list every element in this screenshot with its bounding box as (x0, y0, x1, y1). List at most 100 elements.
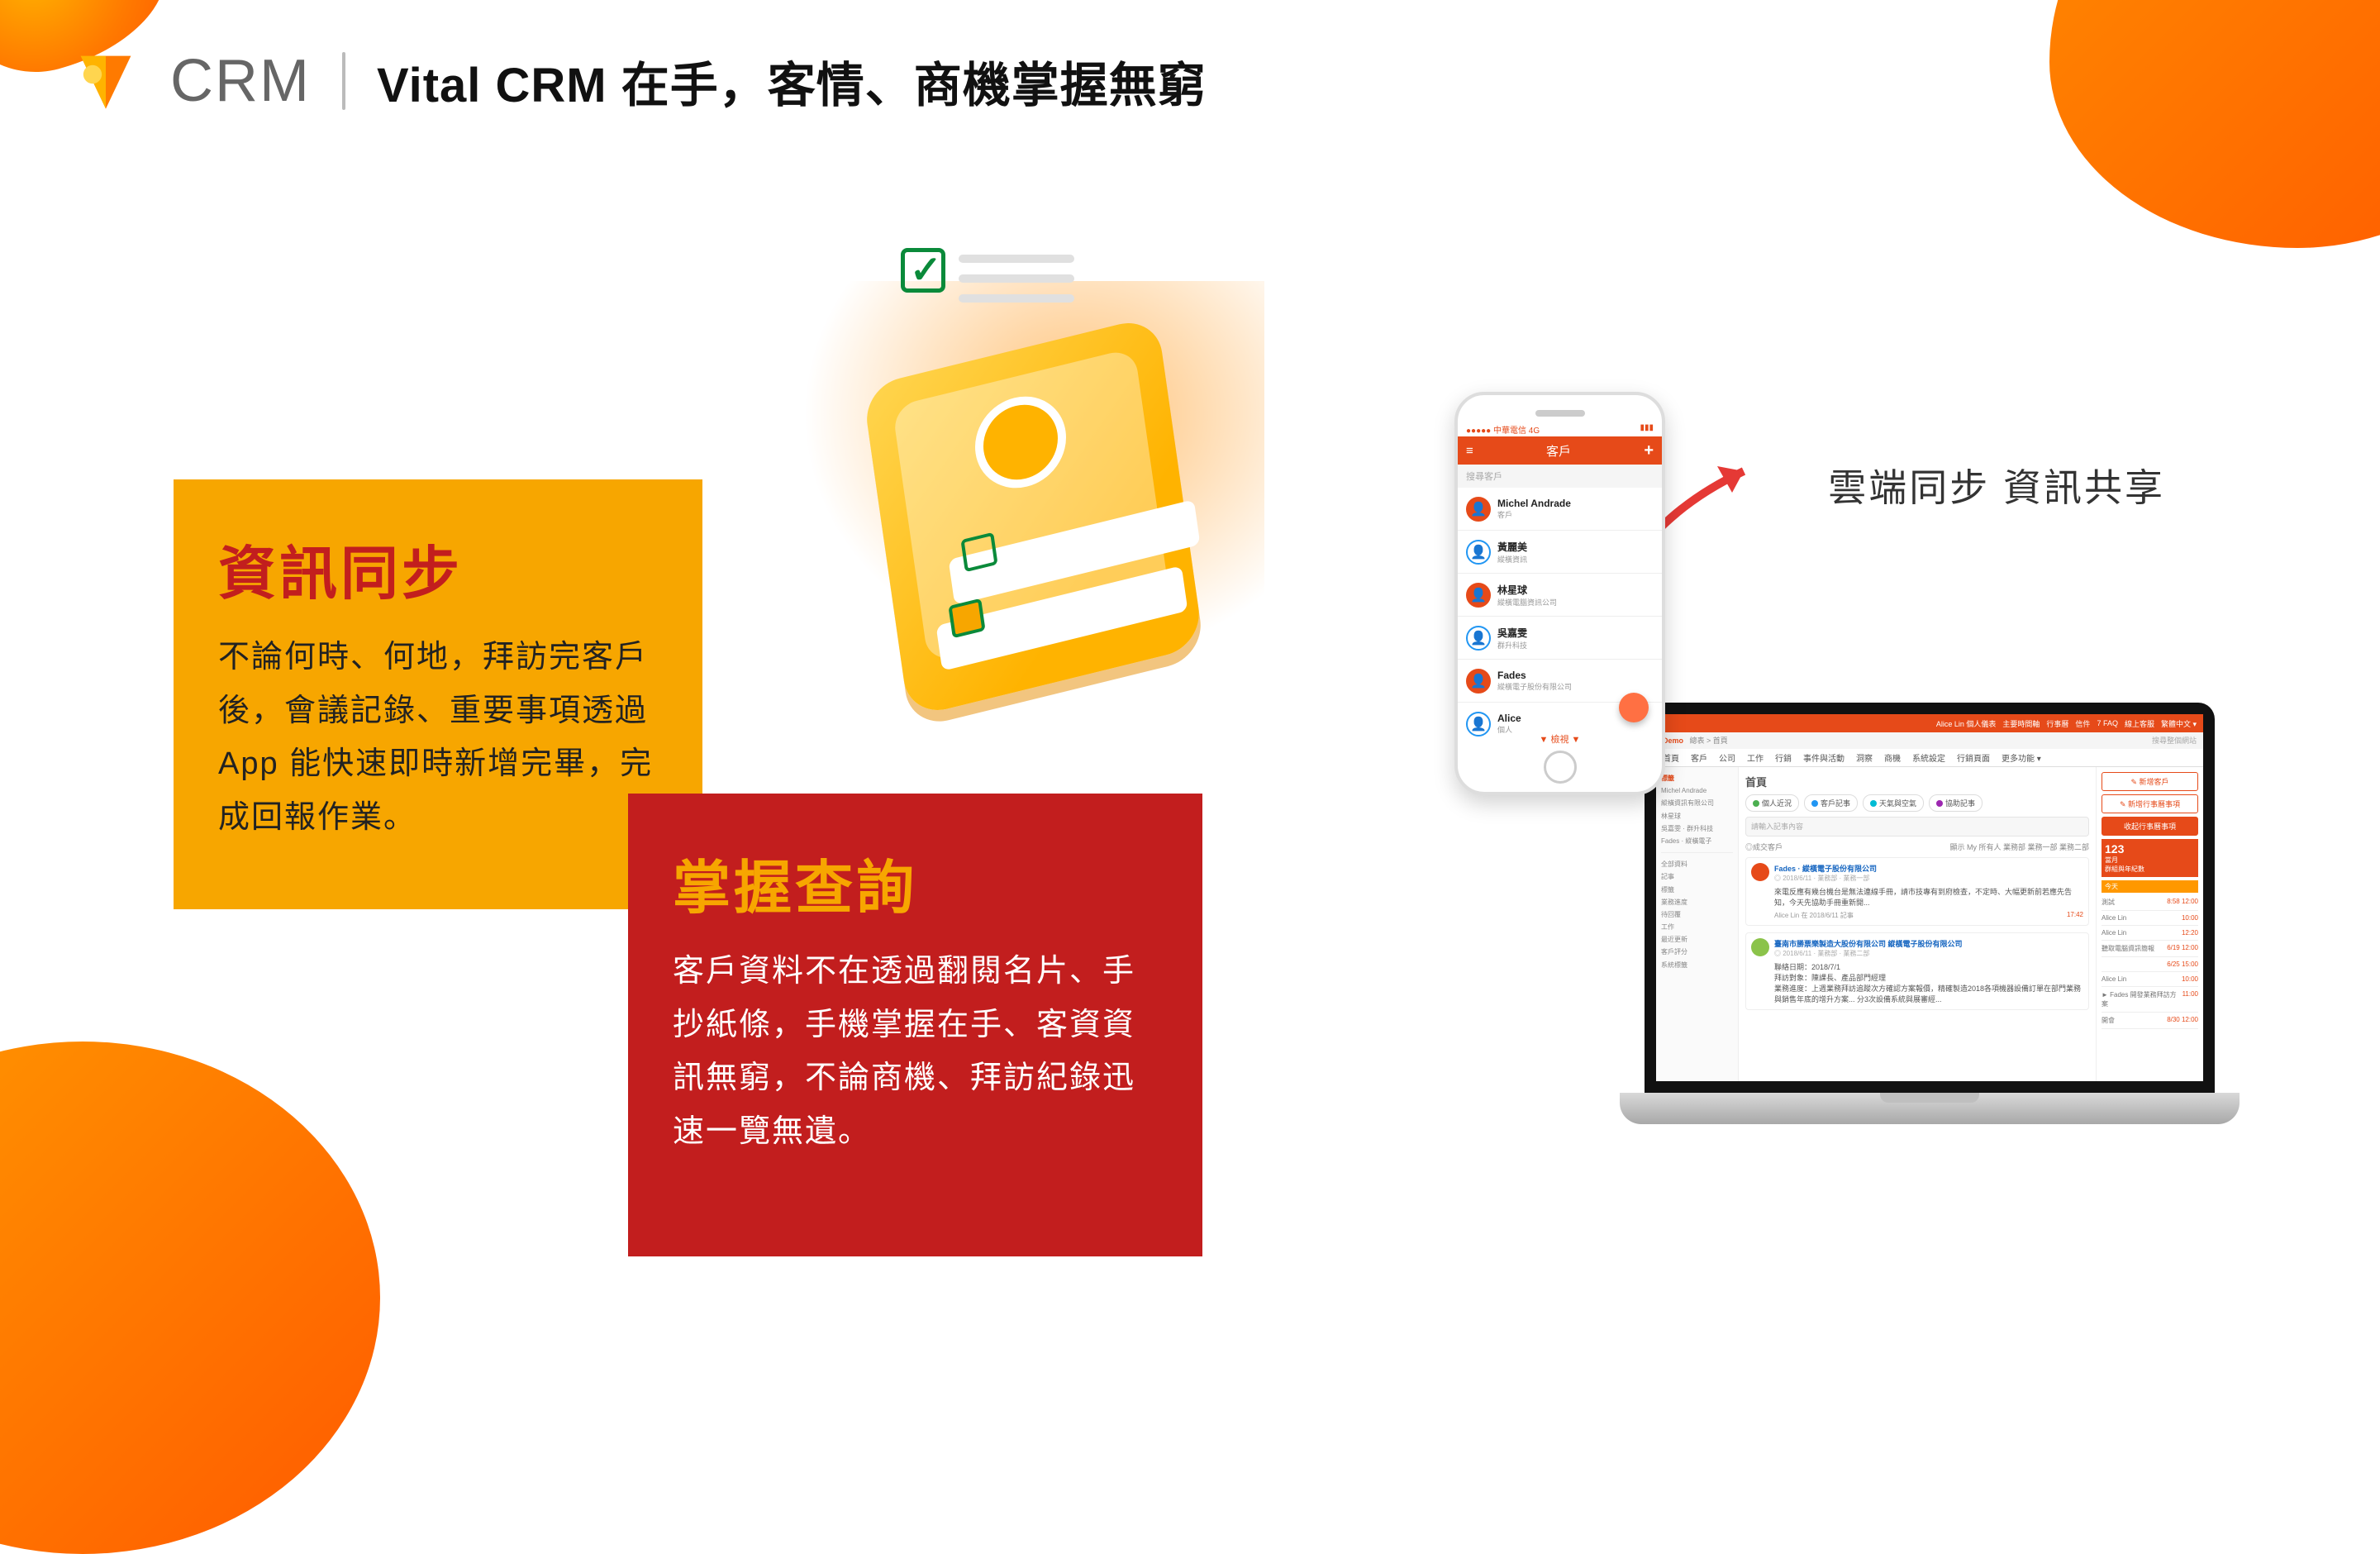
contact-row[interactable]: 👤 黃麗美 縱橫資訊 (1458, 531, 1662, 574)
nav-item[interactable]: 系統設定 (1912, 751, 1945, 764)
contact-sub: 縱橫電子股份有限公司 (1497, 681, 1572, 692)
global-search[interactable]: 搜尋整個網站 (2152, 735, 2197, 746)
post-body: 來電反應有幾台機台是無法連線手冊，請市技專有到府檢查，不定時、大幅更新前若應先告… (1774, 886, 2083, 908)
event-row[interactable]: ► Fades 開發業務拜訪方案11:00 (2102, 987, 2198, 1013)
sidebar-filter[interactable]: 系統標籤 (1661, 959, 1733, 971)
feed-list: Fades · 縱橫電子股份有限公司 ◎ 2018/6/11 · 業務部 · 業… (1745, 857, 2089, 1010)
info-card-query: 掌握查詢 客戶資料不在透過翻閱名片、手抄紙條，手機掌握在手、客資資訊無窮，不論商… (628, 794, 1202, 1256)
contact-name: 黃麗美 (1497, 540, 1527, 554)
add-customer-button[interactable]: ✎ 新增客戶 (2102, 772, 2198, 791)
tab-item[interactable]: 個人近況 (1745, 794, 1799, 812)
add-event-button[interactable]: ✎ 新增行事曆事項 (2102, 794, 2198, 813)
sidebar-filter[interactable]: 記事 (1661, 870, 1733, 883)
topnav-item[interactable]: 繁體中文 ▾ (2161, 718, 2197, 729)
laptop-mock: Alice Lin 個人儀表主要時間軸行事曆信件7 FAQ線上客服繁體中文 ▾ … (1620, 703, 2240, 1124)
sidebar-filter[interactable]: 標籤 (1661, 884, 1733, 896)
nav-item[interactable]: 商機 (1884, 751, 1901, 764)
sidebar-filter[interactable]: 待回覆 (1661, 908, 1733, 921)
sidebar-filter[interactable]: 業務進度 (1661, 896, 1733, 908)
tab-item[interactable]: 協助記事 (1929, 794, 1983, 812)
home-button-icon[interactable] (1544, 751, 1577, 784)
contact-sub: 群升科技 (1497, 640, 1527, 651)
sidebar-filter[interactable]: 客戶評分 (1661, 946, 1733, 958)
tab-item[interactable]: 客戶記事 (1804, 794, 1858, 812)
events-heading: 今天 (2102, 880, 2198, 893)
main-nav: 首頁客戶公司工作行銷事件與活動洞察商機系統設定行銷頁面更多功能 ▾ (1656, 749, 2203, 767)
sidebar: 標籤 Michel Andrade縱橫資訊有限公司林星球吳嘉雯 · 群升科技Fad… (1656, 767, 1739, 1081)
page-title: Vital CRM 在手，客情、商機掌握無窮 (377, 46, 1207, 116)
sidebar-filter[interactable]: 全部資料 (1661, 858, 1733, 870)
post-meta: ◎ 2018/6/11 · 業務部 · 業務一部 (1774, 874, 2083, 883)
event-row[interactable]: Alice Lin10:00 (2102, 972, 2198, 987)
main-content: 首頁 個人近況客戶記事天氣與空氣協助記事 請輸入記事內容 ◎成交客戶 顯示 My… (1739, 767, 2096, 1081)
contact-row[interactable]: 👤 林星球 縱橫電腦資訊公司 (1458, 574, 1662, 617)
contact-name: 吳嘉雯 (1497, 626, 1527, 640)
nav-item[interactable]: 公司 (1719, 751, 1735, 764)
card-heading: 資訊同步 (218, 527, 661, 611)
add-icon[interactable]: + (1644, 441, 1654, 460)
menu-icon[interactable]: ≡ (1466, 444, 1473, 458)
post-author: Fades · 縱橫電子股份有限公司 (1774, 863, 2083, 874)
sidebar-filter[interactable]: 工作 (1661, 921, 1733, 933)
nav-item[interactable]: 行銷 (1775, 751, 1792, 764)
sidebar-item[interactable]: Fades · 縱橫電子 (1661, 835, 1733, 847)
breadcrumb-text: 總表 > 首頁 (1690, 736, 1728, 745)
status-battery-icon: ▮▮▮ (1640, 423, 1654, 436)
topnav-item[interactable]: Alice Lin 個人儀表 (1936, 718, 1997, 729)
info-card-sync: 資訊同步 不論何時、何地，拜訪完客戶後，會議記錄、重要事項透過 App 能快速即… (174, 479, 702, 909)
topnav-item[interactable]: 信件 (2075, 718, 2090, 729)
sidebar-item[interactable]: 縱橫資訊有限公司 (1661, 797, 1733, 809)
feed-post[interactable]: Fades · 縱橫電子股份有限公司 ◎ 2018/6/11 · 業務部 · 業… (1745, 857, 2089, 926)
filter-label[interactable]: ◎成交客戶 (1745, 843, 1783, 851)
event-row[interactable]: Alice Lin12:20 (2102, 926, 2198, 941)
sidebar-filter[interactable]: 最近更新 (1661, 933, 1733, 946)
sidebar-item[interactable]: 林星球 (1661, 810, 1733, 822)
sync-label: 雲端同步 資訊共享 (1828, 458, 2165, 512)
topnav-item[interactable]: 7 FAQ (2097, 719, 2118, 727)
contact-sub: 客戶 (1497, 509, 1571, 520)
feed-search-input[interactable]: 請輸入記事內容 (1745, 817, 2089, 837)
status-carrier: ●●●●● 中華電信 4G (1466, 423, 1540, 436)
feed-post[interactable]: 臺南市勝票樂製造大股份有限公司 縱橫電子股份有限公司 ◎ 2018/6/11 ·… (1745, 932, 2089, 1010)
search-input[interactable]: 搜尋客戶 (1458, 465, 1662, 488)
event-row[interactable]: 聽取電腦資訊簡報6/19 12:00 (2102, 941, 2198, 957)
nav-item[interactable]: 首頁 (1663, 751, 1679, 764)
card-heading: 掌握查詢 (673, 841, 1161, 925)
nav-item[interactable]: 事件與活動 (1803, 751, 1844, 764)
decor-lines (959, 255, 1074, 303)
nav-item[interactable]: 工作 (1747, 751, 1764, 764)
contact-row[interactable]: 👤 吳嘉雯 群升科技 (1458, 617, 1662, 660)
brand-small: Demo (1663, 736, 1683, 745)
breadcrumb: Demo 總表 > 首頁 搜尋整個網站 (1656, 732, 2203, 749)
sidebar-item[interactable]: Michel Andrade (1661, 784, 1733, 797)
event-row[interactable]: 開會8/30 12:00 (2102, 1013, 2198, 1029)
logo-icon (73, 48, 139, 114)
contact-sub: 縱橫電腦資訊公司 (1497, 597, 1557, 608)
nav-item[interactable]: 行銷頁面 (1957, 751, 1990, 764)
tab-item[interactable]: 天氣與空氣 (1863, 794, 1924, 812)
decor-blob-top-right (2049, 0, 2380, 248)
sidebar-item[interactable]: 吳嘉雯 · 群升科技 (1661, 822, 1733, 835)
contact-name: Alice (1497, 713, 1521, 724)
nav-item[interactable]: 客戶 (1691, 751, 1707, 764)
event-row[interactable]: 測試8:58 12:00 (2102, 894, 2198, 911)
topnav-item[interactable]: 行事曆 (2046, 718, 2068, 729)
contact-name: Fades (1497, 670, 1572, 681)
topnav-item[interactable]: 主要時間軸 (2002, 718, 2040, 729)
contact-name: 林星球 (1497, 583, 1557, 597)
topnav-item[interactable]: 線上客服 (2125, 718, 2154, 729)
nav-item[interactable]: 洞察 (1856, 751, 1873, 764)
event-row[interactable]: 6/25 15:00 (2102, 957, 2198, 972)
fab-button[interactable] (1619, 693, 1649, 722)
collapse-calendar-button[interactable]: 收起行事曆事項 (2102, 817, 2198, 836)
checkbox-icon (901, 248, 945, 293)
list-footer[interactable]: ▼ 檢視 ▼ (1458, 732, 1662, 746)
filter-row: ◎成交客戶 顯示 My 所有人 業務部 業務一部 業務二部 (1745, 841, 2089, 852)
right-panel: ✎ 新增客戶 ✎ 新增行事曆事項 收起行事曆事項 123當月群組與年紀數 今天測… (2096, 767, 2203, 1081)
nav-item[interactable]: 更多功能 ▾ (2002, 751, 2041, 764)
avatar-icon (1751, 863, 1769, 881)
contact-row[interactable]: 👤 Michel Andrade 客戶 (1458, 488, 1662, 531)
filter-scope[interactable]: 顯示 My 所有人 業務部 業務一部 業務二部 (1949, 841, 2089, 852)
event-row[interactable]: Alice Lin10:00 (2102, 911, 2198, 926)
card-body: 客戶資料不在透過翻閱名片、手抄紙條，手機掌握在手、客資資訊無窮，不論商機、拜訪紀… (673, 945, 1161, 1158)
